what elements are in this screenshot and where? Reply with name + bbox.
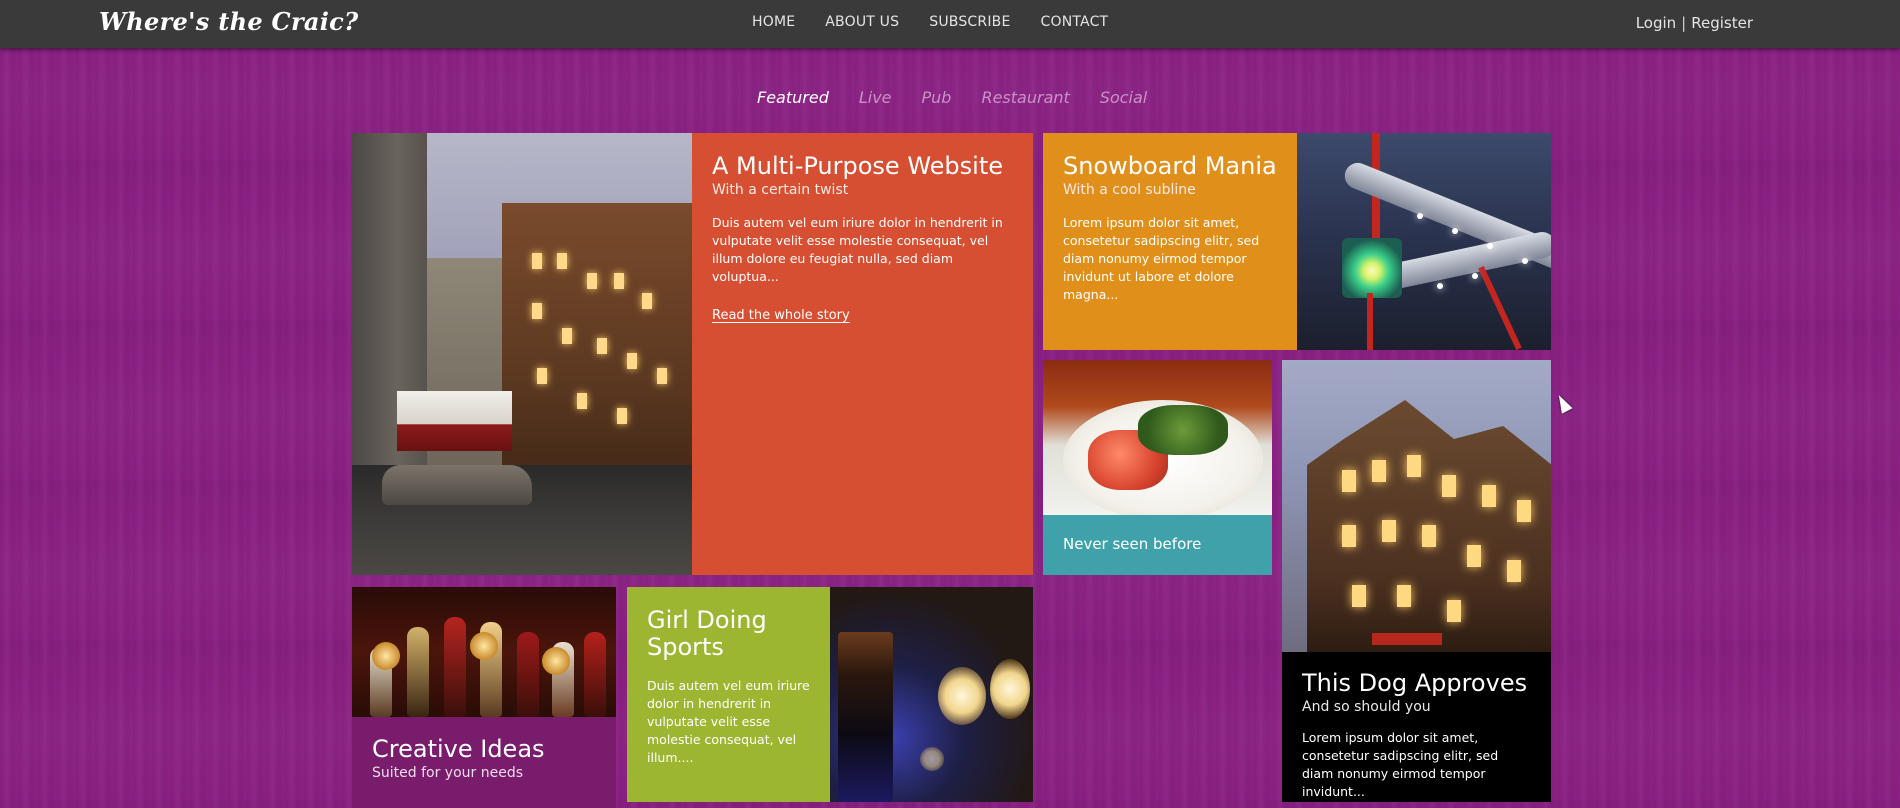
- food-photo[interactable]: [1043, 360, 1272, 515]
- auth-links: Login | Register: [1636, 14, 1753, 32]
- login-link[interactable]: Login: [1636, 14, 1676, 32]
- auth-separator: |: [1681, 14, 1687, 32]
- multi-purpose-subtitle: With a certain twist: [712, 181, 849, 198]
- filter-social[interactable]: Social: [1100, 88, 1147, 107]
- multi-purpose-title: A Multi-Purpose Website: [712, 152, 1003, 180]
- pub-photo[interactable]: [1282, 360, 1551, 652]
- creative-ideas-subtitle: Suited for your needs: [372, 764, 523, 781]
- sculpture-photo[interactable]: [1297, 133, 1551, 350]
- girl-doing-sports-body: Duis autem vel eum iriure dolor in hendr…: [647, 677, 810, 766]
- girl-doing-sports-title: Girl Doing Sports: [647, 606, 767, 661]
- snowboard-title: Snowboard Mania: [1063, 152, 1277, 180]
- main-navigation: HOME ABOUT US SUBSCRIBE CONTACT: [752, 14, 1108, 30]
- snowboard-body: Lorem ipsum dolor sit amet, consetetur s…: [1063, 214, 1260, 303]
- snowboard-tile[interactable]: Snowboard Mania With a cool subline Lore…: [1043, 133, 1297, 350]
- top-navigation-bar: Where's the Craic? HOME ABOUT US SUBSCRI…: [0, 0, 1900, 48]
- filter-featured[interactable]: Featured: [757, 88, 829, 107]
- never-seen-title: Never seen before: [1063, 535, 1202, 553]
- mouse-cursor: [1553, 392, 1573, 414]
- register-link[interactable]: Register: [1691, 14, 1753, 32]
- snowboard-subtitle: With a cool subline: [1063, 181, 1196, 198]
- filter-restaurant[interactable]: Restaurant: [981, 88, 1069, 107]
- creative-ideas-tile[interactable]: Creative Ideas Suited for your needs: [352, 717, 616, 808]
- creative-ideas-title: Creative Ideas: [372, 735, 545, 763]
- dog-approves-tile[interactable]: This Dog Approves And so should you Lore…: [1282, 652, 1551, 802]
- multi-purpose-tile[interactable]: A Multi-Purpose Website With a certain t…: [692, 133, 1033, 575]
- multi-purpose-body: Duis autem vel eum iriure dolor in hendr…: [712, 214, 1003, 285]
- dog-approves-subtitle: And so should you: [1302, 698, 1431, 715]
- dog-approves-body: Lorem ipsum dolor sit amet, consetetur s…: [1302, 729, 1499, 800]
- nav-contact[interactable]: CONTACT: [1041, 14, 1109, 30]
- nav-about-us[interactable]: ABOUT US: [825, 14, 899, 30]
- beer-taps-photo[interactable]: [352, 587, 616, 717]
- category-filter-tabs: Featured Live Pub Restaurant Social: [757, 88, 1147, 107]
- street-photo[interactable]: [352, 133, 692, 575]
- read-whole-story-link[interactable]: Read the whole story: [712, 308, 850, 323]
- nav-subscribe[interactable]: SUBSCRIBE: [929, 14, 1010, 30]
- pint-glass-photo[interactable]: [830, 587, 1033, 802]
- dog-approves-title: This Dog Approves: [1302, 669, 1528, 697]
- filter-pub[interactable]: Pub: [922, 88, 952, 107]
- nav-home[interactable]: HOME: [752, 14, 795, 30]
- site-logo[interactable]: Where's the Craic?: [99, 7, 358, 36]
- never-seen-tile[interactable]: Never seen before: [1043, 515, 1272, 575]
- girl-doing-sports-tile[interactable]: Girl Doing Sports Duis autem vel eum iri…: [627, 587, 830, 802]
- filter-live[interactable]: Live: [859, 88, 892, 107]
